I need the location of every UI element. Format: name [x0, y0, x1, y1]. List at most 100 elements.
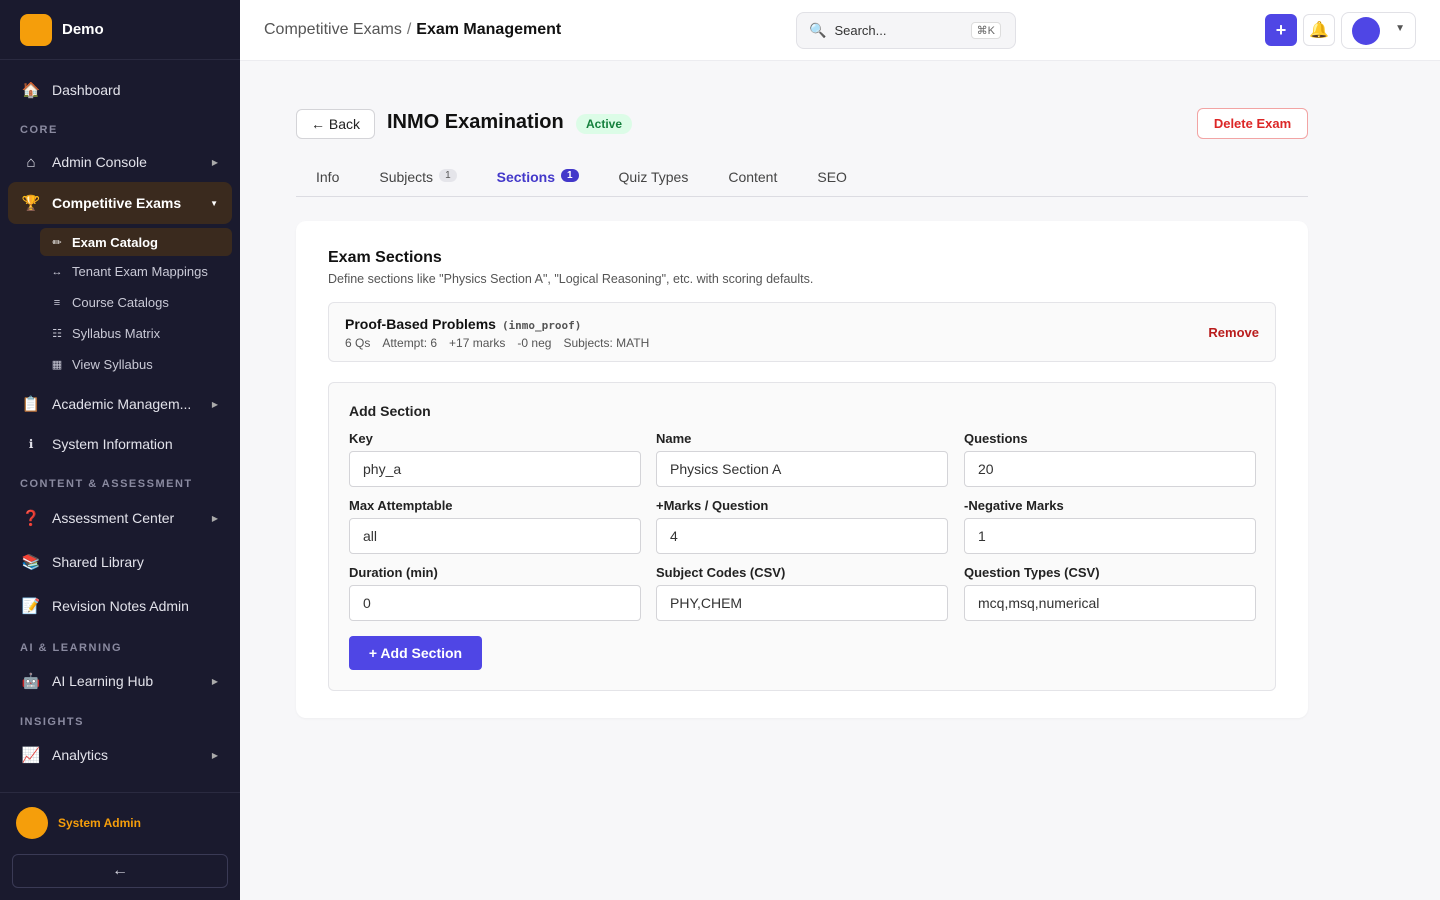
field-questions: Questions 20 [964, 431, 1256, 487]
exam-title-row: ← Back INMO Examination Active Delete Ex… [296, 108, 1308, 139]
tab-label: Quiz Types [618, 169, 689, 185]
breadcrumb: Competitive Exams / Exam Management [264, 21, 561, 39]
chart-up-icon: 📈 [21, 747, 41, 764]
tab-info[interactable]: Info [296, 160, 359, 196]
arrows-horizontal-icon: ↔ [51, 265, 63, 278]
sidebar-item-competitive-exams[interactable]: 🏆 Competitive Exams ▼ [8, 182, 232, 224]
tab-label: Sections [496, 169, 555, 185]
field-label: Max Attemptable [349, 498, 453, 513]
nav-section-insights: INSIGHTS [20, 716, 84, 728]
sidebar-subitem-label: Exam Catalog [72, 234, 158, 250]
brand[interactable]: Demo [0, 0, 240, 60]
sidebar-subitem-label: Syllabus Matrix [72, 326, 161, 341]
field-label: -Negative Marks [964, 498, 1064, 513]
sidebar-item-shared-library[interactable]: 📚 Shared Library [0, 540, 240, 584]
user-menu-button[interactable]: ▼ [1341, 12, 1416, 49]
breadcrumb-separator: / [406, 21, 412, 38]
sidebar: Demo 🏠 Dashboard CORE ⌂ Admin Console ▶ … [0, 0, 240, 900]
sidebar-subitem-exam-catalog[interactable]: ✏ Exam Catalog [40, 228, 232, 256]
tab-label: SEO [817, 169, 847, 185]
subject-codes-input[interactable]: PHY,CHEM [656, 585, 948, 621]
field-question-types: Question Types (CSV) mcq,msq,numerical [964, 565, 1256, 621]
home-icon: 🏠 [21, 82, 41, 99]
question-icon: ❓ [21, 510, 41, 527]
section-negative: -0 neg [517, 336, 552, 350]
search-input[interactable]: 🔍 Search... ⌘K [796, 12, 1016, 49]
sidebar-subitem-label: Tenant Exam Mappings [72, 264, 208, 279]
max-attemptable-input[interactable]: all [349, 518, 641, 554]
tab-subjects[interactable]: Subjects 1 [359, 160, 476, 196]
sidebar-item-analytics[interactable]: 📈 Analytics ▶ [0, 734, 240, 776]
remove-section-button[interactable]: Remove [1208, 325, 1259, 340]
notifications-button[interactable]: 🔔 [1303, 14, 1335, 46]
brand-name: Demo [62, 21, 104, 38]
field-label: Questions [964, 431, 1028, 446]
sidebar-item-revision-notes-admin[interactable]: 📝 Revision Notes Admin [0, 584, 240, 628]
field-label: Duration (min) [349, 565, 438, 580]
page-title: INMO Examination [387, 111, 564, 133]
name-input[interactable]: Physics Section A [656, 451, 948, 487]
field-label: Question Types (CSV) [964, 565, 1100, 580]
sidebar-item-label: System Information [52, 436, 173, 452]
create-button[interactable]: + [1265, 14, 1297, 46]
search-icon: 🔍 [809, 22, 827, 38]
sidebar-item-label: Shared Library [52, 554, 144, 570]
user-name: System Admin [58, 816, 141, 830]
tab-sections[interactable]: Sections 1 [477, 160, 599, 196]
questions-input[interactable]: 20 [964, 451, 1256, 487]
house-outline-icon: ⌂ [26, 153, 36, 171]
field-name: Name Physics Section A [656, 431, 948, 487]
negative-marks-input[interactable]: 1 [964, 518, 1256, 554]
back-button[interactable]: ← Back [296, 109, 375, 139]
tab-quiz-types[interactable]: Quiz Types [599, 160, 709, 196]
bell-icon: 🔔 [1309, 22, 1329, 39]
question-types-input[interactable]: mcq,msq,numerical [964, 585, 1256, 621]
add-section-button[interactable]: + Add Section [349, 636, 482, 670]
sidebar-item-label: Competitive Exams [52, 195, 182, 211]
collapse-sidebar-button[interactable]: ← [12, 854, 228, 888]
tab-seo[interactable]: SEO [797, 160, 867, 196]
main-content: ← Back INMO Examination Active Delete Ex… [296, 108, 1308, 718]
sidebar-item-dashboard[interactable]: 🏠 Dashboard [0, 70, 240, 110]
sidebar-subitem-tenant-exam-mappings[interactable]: ↔ Tenant Exam Mappings [40, 256, 232, 287]
search-placeholder: Search... [834, 23, 887, 38]
field-marks-per-question: +Marks / Question 4 [656, 498, 948, 554]
tab-label: Content [728, 169, 778, 185]
section-name: Proof-Based Problems (inmo_proof) [345, 316, 581, 332]
sidebar-item-label: Academic Managem... [52, 396, 192, 412]
brand-logo [20, 13, 52, 46]
tab-content[interactable]: Content [708, 160, 797, 196]
duration-input[interactable]: 0 [349, 585, 641, 621]
sidebar-item-academic-management[interactable]: 📋 Academic Managem... ▶ [0, 384, 240, 424]
sidebar-item-system-information[interactable]: ℹ System Information [0, 424, 240, 464]
sidebar-item-admin-console[interactable]: ⌂ Admin Console ▶ [0, 142, 240, 182]
key-input[interactable]: phy_a [349, 451, 641, 487]
chevron-right-icon: ▶ [211, 157, 218, 167]
sidebar-item-assessment-center[interactable]: ❓ Assessment Center ▶ [0, 496, 240, 540]
sidebar-user[interactable]: System Admin [0, 793, 240, 839]
field-negative-marks: -Negative Marks 1 [964, 498, 1256, 554]
robot-icon: 🤖 [21, 673, 41, 690]
sidebar-subitem-syllabus-matrix[interactable]: ☷ Syllabus Matrix [40, 318, 232, 349]
sidebar-subitem-course-catalogs[interactable]: ≡ Course Catalogs [40, 287, 232, 318]
sidebar-item-ai-learning-hub[interactable]: 🤖 AI Learning Hub ▶ [0, 660, 240, 702]
nav-section-content-assessment: CONTENT & ASSESSMENT [20, 478, 193, 490]
chevron-right-icon: ▶ [211, 399, 218, 409]
sidebar-subitem-label: View Syllabus [72, 357, 153, 372]
card-title: Exam Sections [328, 249, 442, 266]
sidebar-subitem-view-syllabus[interactable]: ▦ View Syllabus [40, 349, 232, 380]
breadcrumb-parent[interactable]: Competitive Exams [264, 21, 402, 38]
avatar [16, 807, 48, 839]
field-key: Key phy_a [349, 431, 641, 487]
delete-exam-button[interactable]: Delete Exam [1197, 108, 1308, 139]
field-subject-codes: Subject Codes (CSV) PHY,CHEM [656, 565, 948, 621]
marks-per-question-input[interactable]: 4 [656, 518, 948, 554]
search-shortcut: ⌘K [970, 22, 1001, 39]
section-list-item: Proof-Based Problems (inmo_proof) 6 Qs At… [328, 302, 1276, 362]
section-attempt: Attempt: 6 [382, 336, 438, 350]
grid-icon: ☷ [52, 328, 62, 340]
sidebar-item-label: Dashboard [52, 82, 121, 98]
field-label: Subject Codes (CSV) [656, 565, 786, 580]
chevron-right-icon: ▶ [211, 676, 218, 686]
field-label: Name [656, 431, 692, 446]
